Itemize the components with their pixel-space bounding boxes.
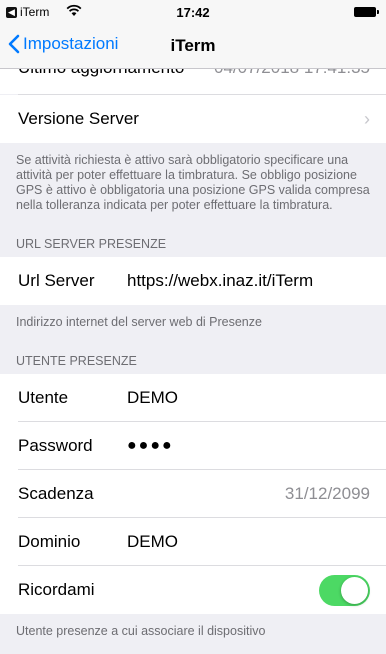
chevron-right-icon: ›: [364, 108, 370, 129]
last-update-label: Ultimo aggiornamento: [18, 69, 184, 78]
user-section-footer: Utente presenze a cui associare il dispo…: [16, 624, 266, 638]
remember-toggle[interactable]: [319, 575, 370, 606]
user-label: Utente: [18, 388, 69, 407]
domain-row[interactable]: Dominio DEMO: [0, 518, 386, 566]
chevron-left-icon: [8, 34, 20, 54]
remember-label: Ricordami: [18, 580, 95, 599]
toggle-knob: [341, 577, 368, 604]
expiry-value: 31/12/2099: [284, 484, 370, 503]
battery-icon: [354, 7, 379, 17]
url-server-field[interactable]: https://webx.inaz.it/iTerm: [127, 271, 313, 291]
last-update-row: Ultimo aggiornamento 04/07/2018 17:41:35: [0, 69, 386, 94]
last-update-value: 04/07/2018 17:41:35: [214, 69, 370, 78]
remember-row: Ricordami: [0, 566, 386, 614]
domain-label: Dominio: [18, 532, 81, 551]
password-label: Password: [18, 436, 93, 455]
url-server-row[interactable]: Url Server https://webx.inaz.it/iTerm: [0, 257, 386, 305]
user-field[interactable]: DEMO: [127, 388, 178, 408]
expiry-row: Scadenza 31/12/2099: [0, 470, 386, 518]
password-row[interactable]: Password ●●●●: [0, 422, 386, 470]
url-section-header: URL SERVER PRESENZE: [16, 237, 167, 251]
url-section-footer: Indirizzo internet del server web di Pre…: [16, 315, 262, 329]
server-version-row[interactable]: Versione Server ›: [0, 95, 386, 143]
user-row[interactable]: Utente DEMO: [0, 374, 386, 422]
status-bar: ◀ iTerm 17:42: [0, 0, 386, 24]
navigation-bar: Impostazioni iTerm: [0, 24, 386, 69]
status-time: 17:42: [176, 5, 210, 20]
expiry-label: Scadenza: [18, 484, 94, 503]
domain-field[interactable]: DEMO: [127, 532, 178, 552]
back-button[interactable]: Impostazioni: [8, 34, 118, 54]
password-field[interactable]: ●●●●: [127, 437, 174, 455]
server-version-label: Versione Server: [18, 109, 139, 128]
settings-list: Ultimo aggiornamento 04/07/2018 17:41:35…: [0, 69, 386, 649]
user-section-header: UTENTE PRESENZE: [16, 354, 137, 368]
url-server-label: Url Server: [18, 271, 95, 290]
server-version-footer: Se attività richiesta è attivo sarà obbl…: [16, 153, 370, 212]
back-button-label: Impostazioni: [23, 34, 119, 53]
